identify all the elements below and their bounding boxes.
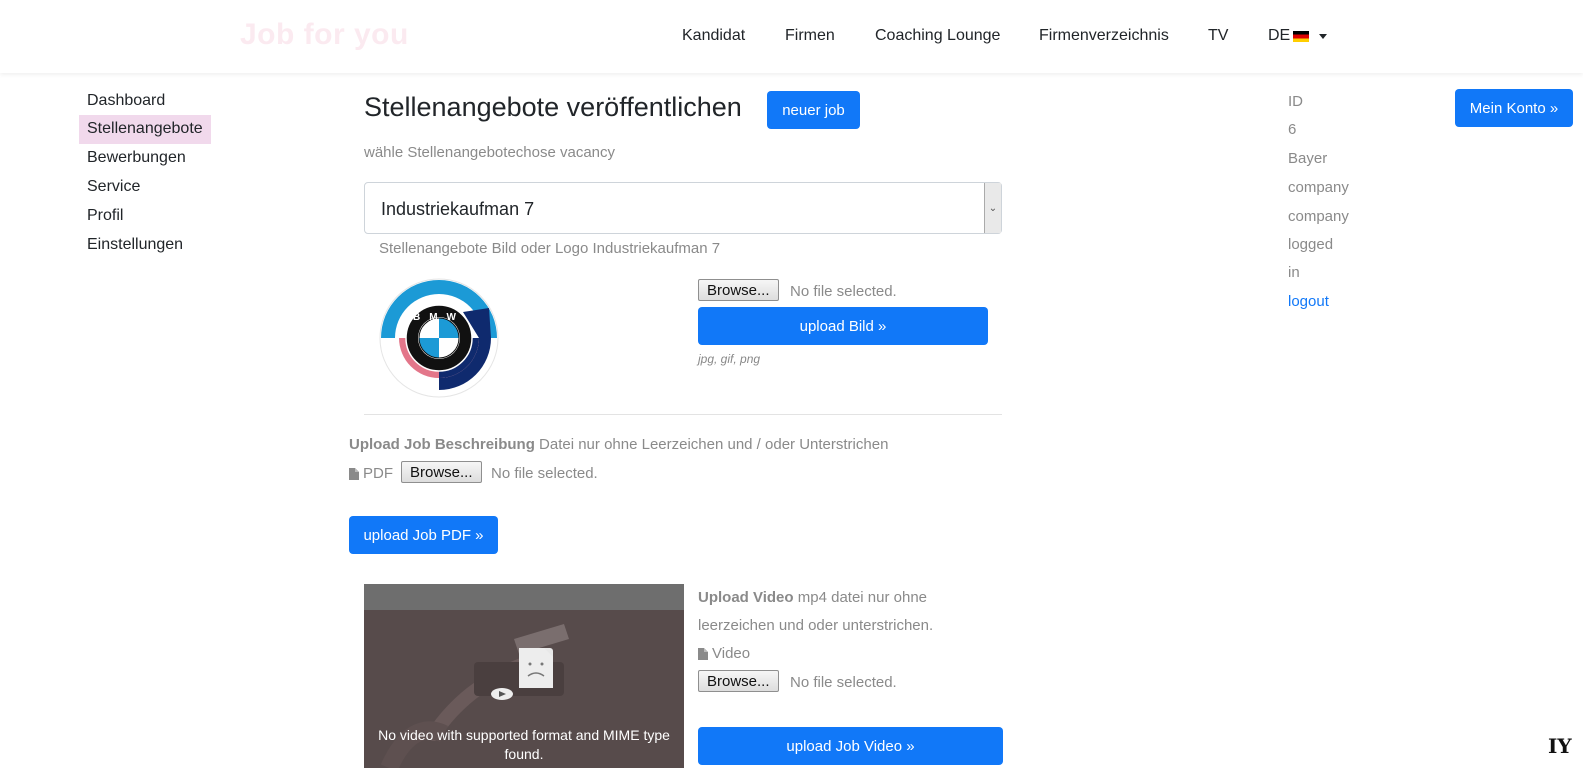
pdf-browse-button[interactable]: Browse... — [401, 461, 482, 483]
account-info-logged: logged — [1288, 236, 1334, 253]
nav-kandidat[interactable]: Kandidat — [682, 27, 745, 45]
sidebar-item-einstellungen[interactable]: Einstellungen — [79, 231, 191, 260]
corner-watermark: IY — [1548, 734, 1572, 758]
video-player[interactable]: No video with supported format and MIME … — [364, 584, 684, 768]
pdf-file-status: No file selected. — [491, 465, 598, 482]
image-format-hint: jpg, gif, png — [698, 352, 761, 366]
german-flag-icon — [1293, 30, 1310, 42]
pdf-upload-title-rest: Datei nur ohne Leerzeichen und / oder Un… — [539, 436, 889, 453]
account-info-id-value: 6 — [1288, 121, 1297, 138]
caret-down-icon — [1319, 33, 1328, 39]
page-title: Stellenangebote veröffentlichen — [364, 92, 742, 122]
video-browse-button[interactable]: Browse... — [698, 670, 779, 692]
chevron-down-icon[interactable]: ⌄ — [984, 183, 1001, 233]
pdf-upload-title: Upload Job Beschreibung Datei nur ohne L… — [349, 436, 888, 453]
logout-link[interactable]: logout — [1288, 293, 1329, 310]
nav-coaching-lounge[interactable]: Coaching Lounge — [875, 27, 1000, 45]
file-icon — [698, 647, 708, 660]
video-upload-title-bold: Upload Video — [698, 589, 794, 606]
image-file-status: No file selected. — [790, 283, 897, 300]
pdf-file-label-row: PDF — [349, 465, 393, 482]
my-account-button[interactable]: Mein Konto » — [1455, 89, 1573, 127]
choose-vacancy-label: wähle Stellenangebotechose vacancy — [364, 144, 616, 161]
vacancy-select-value: Industriekaufman 7 — [381, 199, 535, 219]
video-file-status: No file selected. — [790, 674, 897, 691]
sidebar-item-dashboard[interactable]: Dashboard — [79, 87, 173, 116]
top-navbar: Job for you Kandidat Firmen Coaching Lou… — [0, 0, 1583, 73]
vacancy-select[interactable]: Industriekaufman 7 ⌄ — [364, 182, 1002, 234]
image-browse-button[interactable]: Browse... — [698, 279, 779, 301]
sidebar-item-service[interactable]: Service — [79, 173, 148, 202]
file-icon — [349, 467, 359, 480]
language-dropdown[interactable]: DE — [1268, 27, 1328, 45]
video-upload-title-line2: leerzeichen und oder unterstrichen. — [698, 617, 934, 634]
new-job-button[interactable]: neuer job — [767, 91, 860, 129]
upload-video-button[interactable]: upload Job Video » — [698, 727, 1003, 765]
sidebar-item-stellenangebote[interactable]: Stellenangebote — [79, 115, 211, 144]
account-info-type-2: company — [1288, 208, 1349, 225]
sidebar-item-bewerbungen[interactable]: Bewerbungen — [79, 144, 194, 173]
language-label: DE — [1268, 27, 1291, 44]
upload-pdf-button[interactable]: upload Job PDF » — [349, 516, 498, 554]
company-logo-image: BMW — [379, 278, 499, 398]
account-info-in: in — [1288, 264, 1300, 281]
video-upload-title-line1: Upload Video mp4 datei nur ohne — [698, 589, 927, 606]
nav-firmenverzeichnis[interactable]: Firmenverzeichnis — [1039, 27, 1169, 45]
video-file-label-row: Video — [698, 645, 750, 662]
nav-tv[interactable]: TV — [1208, 27, 1228, 45]
video-upload-title-rest: mp4 datei nur ohne — [797, 589, 928, 606]
account-info-type-1: company — [1288, 179, 1349, 196]
section-divider — [364, 414, 1002, 415]
sidebar-item-profil[interactable]: Profil — [79, 202, 131, 231]
account-info-id-label: ID — [1288, 93, 1303, 110]
video-unsupported-message: No video with supported format and MIME … — [378, 727, 670, 762]
upload-image-button[interactable]: upload Bild » — [698, 307, 988, 345]
logo-text: BMW — [413, 312, 465, 323]
image-caption: Stellenangebote Bild oder Logo Industrie… — [379, 240, 721, 257]
pdf-upload-title-bold: Upload Job Beschreibung — [349, 436, 535, 453]
pdf-file-label: PDF — [363, 465, 393, 482]
video-file-label: Video — [712, 645, 751, 662]
account-info-name: Bayer — [1288, 150, 1328, 167]
brand-logo[interactable]: Job for you — [240, 18, 409, 52]
nav-firmen[interactable]: Firmen — [785, 27, 835, 45]
